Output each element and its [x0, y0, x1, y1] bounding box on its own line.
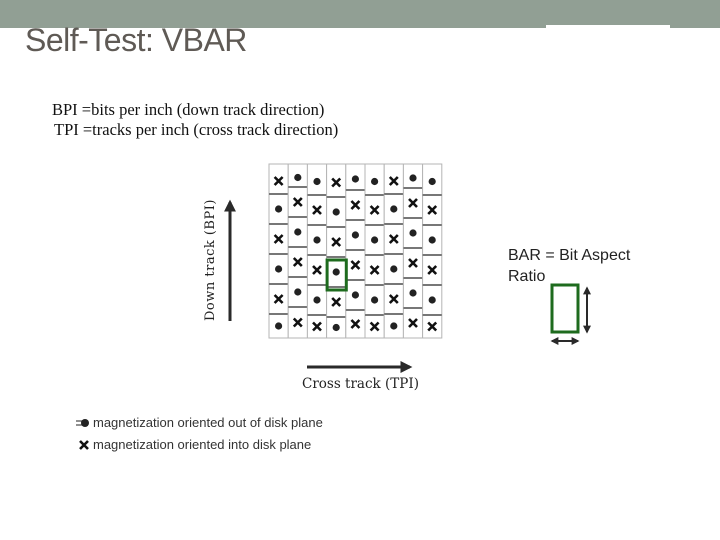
grid-column-track: [268, 163, 289, 339]
dot-icon: [76, 416, 93, 430]
dot-icon: [351, 231, 359, 239]
dot-icon: [390, 322, 398, 330]
grid-column-track: [402, 163, 424, 339]
dot-icon: [275, 205, 283, 213]
grid-column-track: [326, 163, 347, 339]
grid-column-track: [422, 163, 443, 339]
grid-column: [268, 163, 289, 339]
grid-column: [306, 163, 328, 339]
dot-icon: [351, 175, 359, 183]
dot-icon: [371, 296, 379, 304]
grid-column: [326, 163, 347, 339]
dot-icon: [332, 323, 340, 332]
dot-icon: [351, 291, 359, 299]
grid-column-track: [364, 163, 385, 339]
dot-icon: [294, 173, 302, 182]
grid-column: [345, 163, 366, 339]
dot-icon: [371, 177, 379, 186]
dot-icon: [390, 265, 398, 273]
bar-definition-line1: BAR = Bit Aspect: [508, 247, 631, 264]
dot-icon: [313, 177, 321, 186]
dot-icon: [294, 288, 302, 296]
dot-icon: [409, 229, 417, 237]
grid-column-track: [383, 163, 404, 339]
grid-column: [287, 163, 308, 339]
dot-icon: [275, 265, 283, 273]
dot-icon: [332, 208, 340, 216]
dot-icon: [409, 289, 417, 297]
dot-icon: [294, 228, 302, 236]
dot-icon: [371, 236, 379, 244]
legend-item-into-plane: magnetization oriented into disk plane: [76, 436, 323, 458]
grid-column: [422, 163, 443, 339]
grid-column-track: [287, 163, 308, 339]
dot-icon: [275, 322, 283, 330]
dot-icon: [428, 296, 436, 304]
grid-column: [383, 163, 404, 339]
grid-cells: [268, 163, 443, 339]
bar-illustration-box: [550, 283, 580, 334]
bar-definition-line2: Ratio: [508, 268, 546, 285]
dot-icon: [332, 268, 340, 276]
grid-column: [364, 163, 385, 339]
grid-column-track: [306, 163, 328, 339]
dot-icon: [313, 296, 321, 304]
legend: magnetization oriented out of disk plane…: [76, 414, 323, 458]
x-icon: [76, 438, 93, 452]
grid-column: [402, 163, 424, 339]
dot-icon: [390, 205, 398, 213]
dot-icon: [409, 174, 417, 182]
bar-definition: BAR = Bit Aspect Ratio: [508, 245, 668, 287]
dot-icon: [313, 236, 321, 244]
legend-item-out-of-plane: magnetization oriented out of disk plane: [76, 414, 323, 436]
dot-icon: [428, 177, 436, 186]
dot-icon: [428, 236, 436, 244]
